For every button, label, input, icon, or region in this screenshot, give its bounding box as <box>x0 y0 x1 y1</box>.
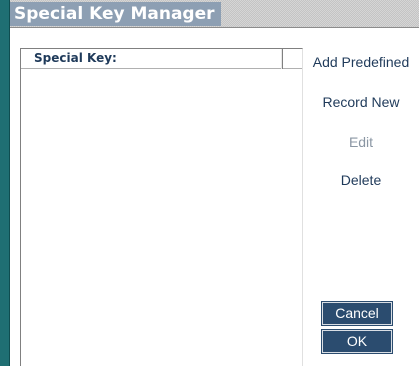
list-body[interactable] <box>21 69 302 366</box>
record-new-button[interactable]: Record New <box>303 92 419 112</box>
add-predefined-button[interactable]: Add Predefined <box>303 52 419 72</box>
column-header-special-key[interactable]: Special Key: <box>21 49 283 69</box>
edit-button[interactable]: Edit <box>303 132 419 152</box>
left-accent-bar <box>0 0 10 366</box>
dialog-title: Special Key Manager <box>10 2 221 26</box>
column-header-filler <box>283 49 302 69</box>
delete-button[interactable]: Delete <box>303 170 419 190</box>
special-key-list[interactable]: Special Key: <box>20 48 303 366</box>
list-header: Special Key: <box>21 49 302 69</box>
cancel-button[interactable]: Cancel <box>321 301 393 326</box>
ok-button[interactable]: OK <box>321 329 393 354</box>
title-bar[interactable]: Special Key Manager <box>10 0 419 28</box>
special-key-manager-dialog: Special Key Manager Special Key: Add Pre… <box>0 0 419 366</box>
